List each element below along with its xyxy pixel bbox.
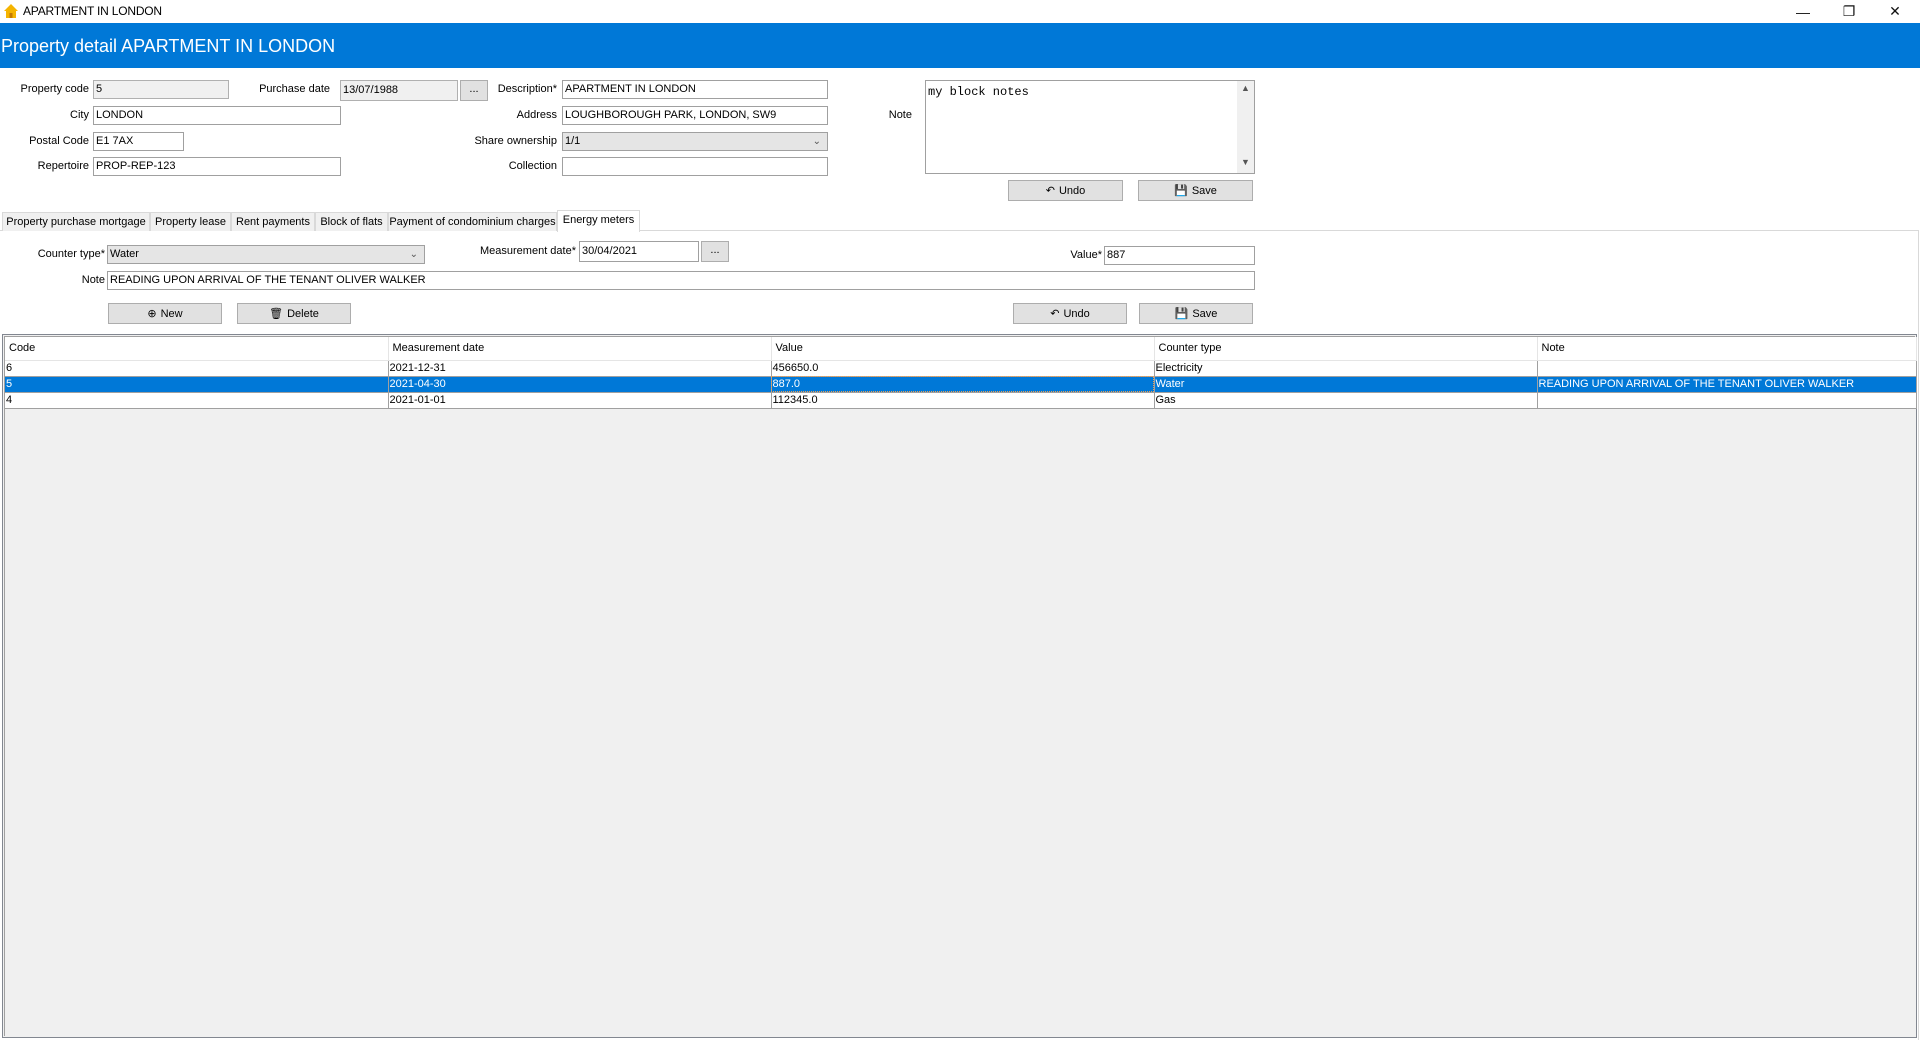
cell-note[interactable]: READING UPON ARRIVAL OF THE TENANT OLIVE…	[1537, 376, 1917, 393]
cell-note[interactable]	[1537, 360, 1917, 377]
tab-payment-of-condominium-charges[interactable]: Payment of condominium charges	[388, 212, 557, 231]
cell-value[interactable]: 887.0	[771, 376, 1155, 393]
column-header-value[interactable]: Value	[771, 337, 1155, 361]
data-table: Code Measurement date Value Counter type…	[5, 337, 1917, 409]
cell-value[interactable]: 112345.0	[771, 392, 1155, 409]
new-label: New	[160, 307, 183, 320]
maximize-button[interactable]: ❐	[1826, 0, 1872, 23]
save-label: Save	[1191, 184, 1217, 197]
cell-measurement-date[interactable]: 2021-12-31	[388, 360, 772, 377]
delete-label: Delete	[287, 307, 319, 320]
close-icon: ✕	[1889, 3, 1901, 19]
property-code-label: Property code	[20, 83, 89, 95]
cell-counter-type[interactable]: Electricity	[1154, 360, 1538, 377]
energy-note-field[interactable]: READING UPON ARRIVAL OF THE TENANT OLIVE…	[107, 271, 1255, 290]
chevron-down-icon: ⌄	[812, 136, 821, 147]
counter-type-select[interactable]: Water ⌄	[107, 245, 425, 264]
save-icon: 💾	[1174, 185, 1188, 197]
cell-note[interactable]	[1537, 392, 1917, 409]
measurement-date-field[interactable]: 30/04/2021	[579, 241, 699, 262]
description-field[interactable]: APARTMENT IN LONDON	[562, 80, 828, 99]
tab-block-of-flats[interactable]: Block of flats	[315, 212, 388, 231]
property-code-field[interactable]: 5	[93, 80, 229, 99]
column-header-note[interactable]: Note	[1537, 337, 1917, 361]
note-scrollbar[interactable]: ▲ ▼	[1237, 81, 1254, 173]
undo-label: Undo	[1063, 307, 1090, 320]
column-header-code[interactable]: Code	[5, 337, 389, 361]
cell-counter-type[interactable]: Water	[1154, 376, 1538, 393]
tab-energy-meters[interactable]: Energy meters	[557, 210, 640, 232]
measurement-date-label: Measurement date*	[480, 245, 576, 257]
table-row[interactable]: 4 2021-01-01 112345.0 Gas	[5, 392, 1917, 409]
restore-icon: ❐	[1842, 3, 1856, 19]
city-label: City	[70, 109, 89, 121]
tab-property-lease[interactable]: Property lease	[150, 212, 231, 231]
collection-field[interactable]	[562, 157, 828, 176]
chevron-down-icon: ⌄	[409, 249, 418, 260]
table-row-selected[interactable]: 5 2021-04-30 887.0 Water READING UPON AR…	[5, 376, 1917, 393]
page-title: Property detail APARTMENT IN LONDON	[1, 36, 336, 56]
save-label: Save	[1192, 307, 1218, 320]
counter-type-label: Counter type*	[37, 248, 105, 260]
energy-save-button[interactable]: 💾 Save	[1139, 303, 1253, 324]
new-button[interactable]: ⊕ New	[108, 303, 222, 324]
share-ownership-select[interactable]: 1/1 ⌄	[562, 132, 828, 151]
repertoire-label: Repertoire	[37, 160, 89, 172]
plus-circle-icon: ⊕	[147, 308, 157, 320]
cell-counter-type[interactable]: Gas	[1154, 392, 1538, 409]
cell-value[interactable]: 456650.0	[771, 360, 1155, 377]
column-header-measurement-date[interactable]: Measurement date	[388, 337, 772, 361]
address-field[interactable]: LOUGHBOROUGH PARK, LONDON, SW9	[562, 106, 828, 125]
postal-code-field[interactable]: E1 7AX	[93, 132, 184, 151]
note-textarea[interactable]: my block notes ▲ ▼	[925, 80, 1255, 174]
cell-code[interactable]: 6	[5, 360, 389, 377]
table-header-row: Code Measurement date Value Counter type…	[5, 337, 1917, 361]
counter-type-value: Water	[110, 248, 139, 260]
close-button[interactable]: ✕	[1872, 0, 1918, 23]
purchase-date-label: Purchase date	[259, 83, 330, 95]
cell-measurement-date[interactable]: 2021-01-01	[388, 392, 772, 409]
energy-meters-table: Code Measurement date Value Counter type…	[2, 334, 1917, 1038]
column-header-counter-type[interactable]: Counter type	[1154, 337, 1538, 361]
measurement-date-picker-button[interactable]: ...	[701, 241, 729, 262]
repertoire-field[interactable]: PROP-REP-123	[93, 157, 341, 176]
description-label: Description*	[497, 83, 557, 95]
save-icon: 💾	[1174, 308, 1189, 320]
postal-code-label: Postal Code	[29, 135, 89, 147]
cell-code[interactable]: 5	[5, 376, 389, 393]
value-label: Value*	[1070, 249, 1102, 261]
address-label: Address	[516, 109, 557, 121]
table-row[interactable]: 6 2021-12-31 456650.0 Electricity	[5, 360, 1917, 377]
page-header: Property detail APARTMENT IN LONDON	[0, 23, 1920, 68]
tab-property-purchase-mortgage[interactable]: Property purchase mortgage	[2, 212, 150, 231]
collection-label: Collection	[508, 160, 557, 172]
note-text: my block notes	[928, 85, 1029, 99]
cell-code[interactable]: 4	[5, 392, 389, 409]
energy-undo-button[interactable]: ↶ Undo	[1013, 303, 1127, 324]
minimize-icon: —	[1796, 3, 1810, 20]
tab-rent-payments[interactable]: Rent payments	[231, 212, 315, 231]
minimize-button[interactable]: —	[1780, 0, 1826, 23]
note-label: Note	[888, 109, 912, 121]
house-icon	[4, 4, 18, 18]
property-save-button[interactable]: 💾 Save	[1138, 180, 1253, 201]
scroll-down-icon[interactable]: ▼	[1237, 157, 1254, 167]
undo-icon: ↶	[1050, 308, 1060, 320]
city-field[interactable]: LONDON	[93, 106, 341, 125]
delete-button[interactable]: 🗑 Delete	[237, 303, 351, 324]
title-bar: APARTMENT IN LONDON — ❐ ✕	[0, 0, 1920, 23]
cell-measurement-date[interactable]: 2021-04-30	[388, 376, 772, 393]
trash-icon: 🗑	[269, 308, 284, 320]
share-ownership-value: 1/1	[565, 135, 581, 147]
share-ownership-label: Share ownership	[474, 135, 557, 147]
scroll-up-icon[interactable]: ▲	[1237, 83, 1254, 93]
purchase-date-field[interactable]: 13/07/1988	[340, 80, 458, 101]
window-title: APARTMENT IN LONDON	[23, 4, 162, 18]
value-field[interactable]: 887	[1104, 246, 1255, 265]
energy-note-label: Note	[81, 274, 105, 286]
undo-icon: ↶	[1045, 185, 1055, 197]
property-undo-button[interactable]: ↶ Undo	[1008, 180, 1123, 201]
undo-label: Undo	[1058, 184, 1086, 197]
